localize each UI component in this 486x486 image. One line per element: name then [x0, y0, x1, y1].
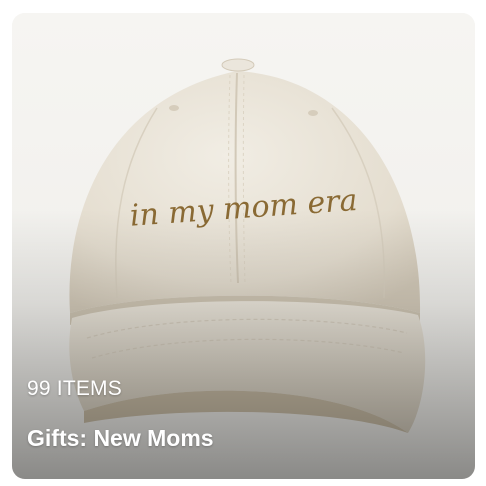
collection-title[interactable]: Gifts: New Moms	[27, 425, 214, 452]
item-count: 99 ITEMS	[27, 377, 122, 400]
collection-card[interactable]: in my mom era 99 ITEMS Gifts: New Moms	[12, 13, 475, 479]
